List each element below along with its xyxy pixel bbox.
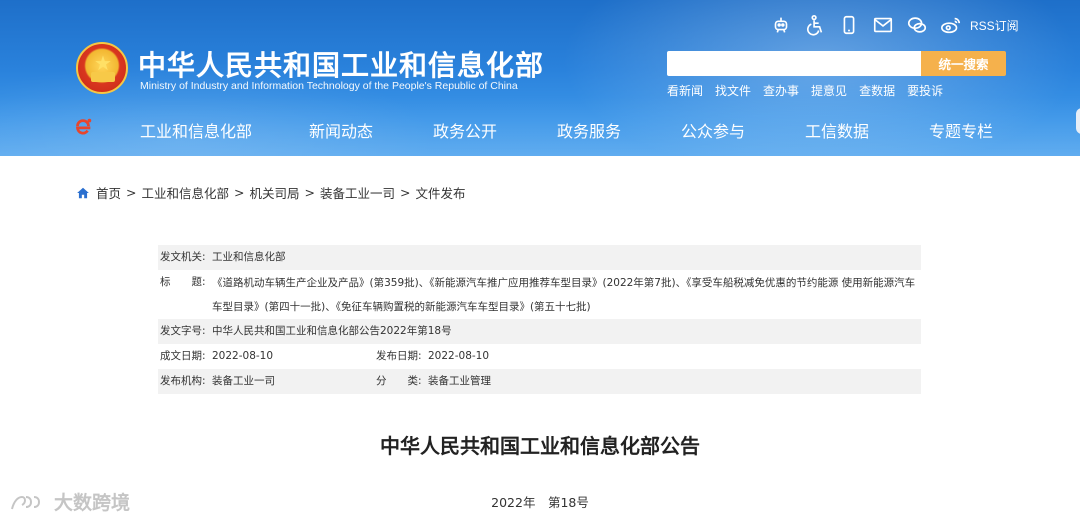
issuer-value: 工业和信息化部 <box>212 251 286 263</box>
home-icon[interactable] <box>76 186 90 200</box>
document-title: 中华人民共和国工业和信息化部公告 <box>380 434 700 458</box>
breadcrumb-equipment-dept[interactable]: 装备工业一司 <box>320 183 395 202</box>
document-number: 2022年 第18号 <box>491 495 589 510</box>
category-cell: 分 类: 装备工业管理 <box>376 369 491 394</box>
watermark-logo-icon <box>11 495 41 509</box>
mobile-icon[interactable] <box>838 14 860 36</box>
created-label: 成文日期: <box>160 350 206 362</box>
search-input[interactable] <box>667 51 921 76</box>
wechat-icon[interactable] <box>906 14 928 36</box>
national-emblem-logo[interactable]: ★ <box>76 42 128 94</box>
rss-link[interactable]: RSS订阅 <box>970 17 1019 34</box>
main-nav: 工业和信息化部 新闻动态 政务公开 政务服务 公众参与 工信数据 专题专栏 <box>140 118 993 142</box>
quick-links: 看新闻 找文件 查办事 提意见 查数据 要投诉 <box>667 82 943 99</box>
published-value: 2022-08-10 <box>428 350 490 362</box>
breadcrumb-miit[interactable]: 工业和信息化部 <box>142 183 230 202</box>
side-float-tab[interactable] <box>1076 108 1080 134</box>
breadcrumb-departments[interactable]: 机关司局 <box>250 183 300 202</box>
published-cell: 发布日期: 2022-08-10 <box>376 344 489 369</box>
toolbar-icons: RSS订阅 <box>770 14 1019 36</box>
org-value: 装备工业一司 <box>212 375 275 387</box>
quick-link-news[interactable]: 看新闻 <box>667 82 703 99</box>
quick-link-files[interactable]: 找文件 <box>715 82 751 99</box>
accessibility-icon[interactable] <box>804 14 826 36</box>
watermark: 大数跨境 <box>8 488 130 515</box>
breadcrumb-separator: > <box>304 185 315 200</box>
doc-no-label: 发文字号: <box>160 325 206 337</box>
nav-item-gov-services[interactable]: 政务服务 <box>557 118 681 142</box>
breadcrumb-separator: > <box>234 185 245 200</box>
title-value: 《道路机动车辆生产企业及产品》(第359批)、《新能源汽车推广应用推荐车型目录》… <box>212 277 916 313</box>
info-row-title: 标 题: 《道路机动车辆生产企业及产品》(第359批)、《新能源汽车推广应用推荐… <box>158 270 921 319</box>
nav-item-gov-affairs[interactable]: 政务公开 <box>433 118 557 142</box>
org-label: 发布机构: <box>160 375 206 387</box>
site-header: ★ 中华人民共和国工业和信息化部 Ministry of Industry an… <box>0 0 1080 156</box>
breadcrumb-file-release[interactable]: 文件发布 <box>416 183 466 202</box>
info-row-org: 发布机构: 装备工业一司 分 类: 装备工业管理 <box>158 369 921 394</box>
document-info-table: 发文机关: 工业和信息化部 标 题: 《道路机动车辆生产企业及产品》(第359批… <box>158 245 921 394</box>
title-label: 标 题: <box>160 276 206 288</box>
published-label: 发布日期: <box>376 350 422 362</box>
breadcrumb-separator: > <box>400 185 411 200</box>
category-value: 装备工业管理 <box>428 375 491 387</box>
breadcrumb-separator: > <box>126 185 137 200</box>
search-button[interactable]: 统一搜索 <box>921 51 1006 76</box>
doc-no-value: 中华人民共和国工业和信息化部公告2022年第18号 <box>212 325 452 337</box>
breadcrumb-home[interactable]: 首页 <box>96 183 121 202</box>
robot-icon[interactable] <box>770 14 792 36</box>
info-row-dates: 成文日期: 2022-08-10 发布日期: 2022-08-10 <box>158 344 921 369</box>
created-cell: 成文日期: 2022-08-10 <box>160 344 376 369</box>
info-row-issuer: 发文机关: 工业和信息化部 <box>158 245 921 270</box>
e-gov-logo-icon[interactable] <box>72 116 94 138</box>
breadcrumb: 首页 > 工业和信息化部 > 机关司局 > 装备工业一司 > 文件发布 <box>76 183 466 202</box>
site-subtitle: Ministry of Industry and Information Tec… <box>140 80 518 92</box>
org-cell: 发布机构: 装备工业一司 <box>160 369 376 394</box>
quick-link-services[interactable]: 查办事 <box>763 82 799 99</box>
emblem-gate-icon <box>91 72 115 82</box>
nav-item-participation[interactable]: 公众参与 <box>681 118 805 142</box>
weibo-icon[interactable] <box>940 14 962 36</box>
quick-link-feedback[interactable]: 提意见 <box>811 82 847 99</box>
nav-item-data[interactable]: 工信数据 <box>805 118 929 142</box>
watermark-text: 大数跨境 <box>54 492 131 514</box>
nav-item-miit[interactable]: 工业和信息化部 <box>140 118 309 142</box>
quick-link-data[interactable]: 查数据 <box>859 82 895 99</box>
created-value: 2022-08-10 <box>212 350 274 362</box>
nav-item-topics[interactable]: 专题专栏 <box>929 118 993 142</box>
mail-icon[interactable] <box>872 14 894 36</box>
site-title[interactable]: 中华人民共和国工业和信息化部 <box>138 44 544 84</box>
info-row-doc-no: 发文字号: 中华人民共和国工业和信息化部公告2022年第18号 <box>158 319 921 344</box>
emblem-star-icon: ★ <box>94 51 112 75</box>
category-label: 分 类: <box>376 375 422 387</box>
quick-link-complaint[interactable]: 要投诉 <box>907 82 943 99</box>
nav-item-news[interactable]: 新闻动态 <box>309 118 433 142</box>
issuer-label: 发文机关: <box>160 251 206 263</box>
